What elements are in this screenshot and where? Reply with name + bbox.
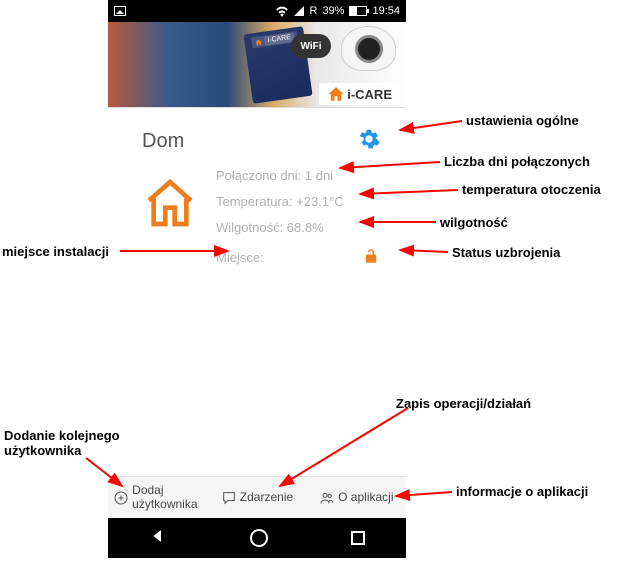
chat-icon bbox=[221, 490, 237, 506]
home-title: Dom bbox=[142, 130, 184, 153]
anno-arm-status: Status uzbrojenia bbox=[452, 245, 560, 260]
anno-settings: ustawienia ogólne bbox=[466, 113, 579, 128]
anno-ops-log: Zapis operacji/działań bbox=[396, 396, 531, 411]
signal-icon bbox=[294, 6, 304, 16]
add-user-button[interactable]: Dodaj użytkownika bbox=[108, 477, 207, 518]
wifi-icon bbox=[275, 5, 289, 17]
anno-about: informacje o aplikacji bbox=[456, 484, 588, 499]
humidity: Wilgotność: 68.8% bbox=[216, 221, 380, 234]
home-button[interactable] bbox=[250, 529, 268, 547]
anno-temperature: temperatura otoczenia bbox=[462, 182, 601, 197]
wifi-badge: WiFi bbox=[291, 34, 331, 58]
roaming-indicator: R bbox=[309, 5, 317, 17]
recents-button[interactable] bbox=[351, 531, 365, 545]
anno-install-place: miejsce instalacji bbox=[2, 244, 109, 259]
plus-circle-icon bbox=[113, 490, 129, 506]
battery-pct: 39% bbox=[322, 5, 344, 17]
unlock-icon bbox=[362, 247, 380, 267]
back-button[interactable] bbox=[149, 527, 167, 550]
status-bar: R 39% 19:54 bbox=[108, 0, 406, 22]
banner-card-brand: i-CARE bbox=[264, 33, 294, 46]
camera-image bbox=[341, 26, 396, 71]
anno-days: Liczba dni połączonych bbox=[444, 154, 590, 169]
days-connected: Połączono dni: 1 dni bbox=[216, 169, 380, 182]
battery-icon bbox=[349, 6, 367, 16]
anno-humidity: wilgotność bbox=[440, 215, 508, 230]
house-icon bbox=[142, 169, 198, 267]
anno-add-user: Dodanie kolejnego użytkownika bbox=[4, 428, 134, 458]
home-card: Dom Połączono dni: 1 dni Temperatura: +2… bbox=[128, 116, 394, 283]
bottom-bar: Dodaj użytkownika Zdarzenie O aplikacji bbox=[108, 476, 406, 518]
events-button[interactable]: Zdarzenie bbox=[207, 477, 306, 518]
android-navbar bbox=[108, 518, 406, 558]
temperature: Temperatura: +23.1°C bbox=[216, 195, 380, 208]
app-banner: i-CARE WiFi i-CARE bbox=[108, 22, 406, 108]
gear-icon[interactable] bbox=[358, 128, 380, 155]
screenshot-icon bbox=[114, 6, 126, 16]
brand-tag: i-CARE bbox=[319, 83, 400, 105]
place-label: Miejsce: bbox=[216, 251, 264, 264]
users-icon bbox=[319, 490, 335, 506]
clock: 19:54 bbox=[372, 5, 400, 17]
phone-frame: R 39% 19:54 i-CARE WiFi i-CARE Dom bbox=[108, 0, 406, 283]
about-button[interactable]: O aplikacji bbox=[307, 477, 406, 518]
